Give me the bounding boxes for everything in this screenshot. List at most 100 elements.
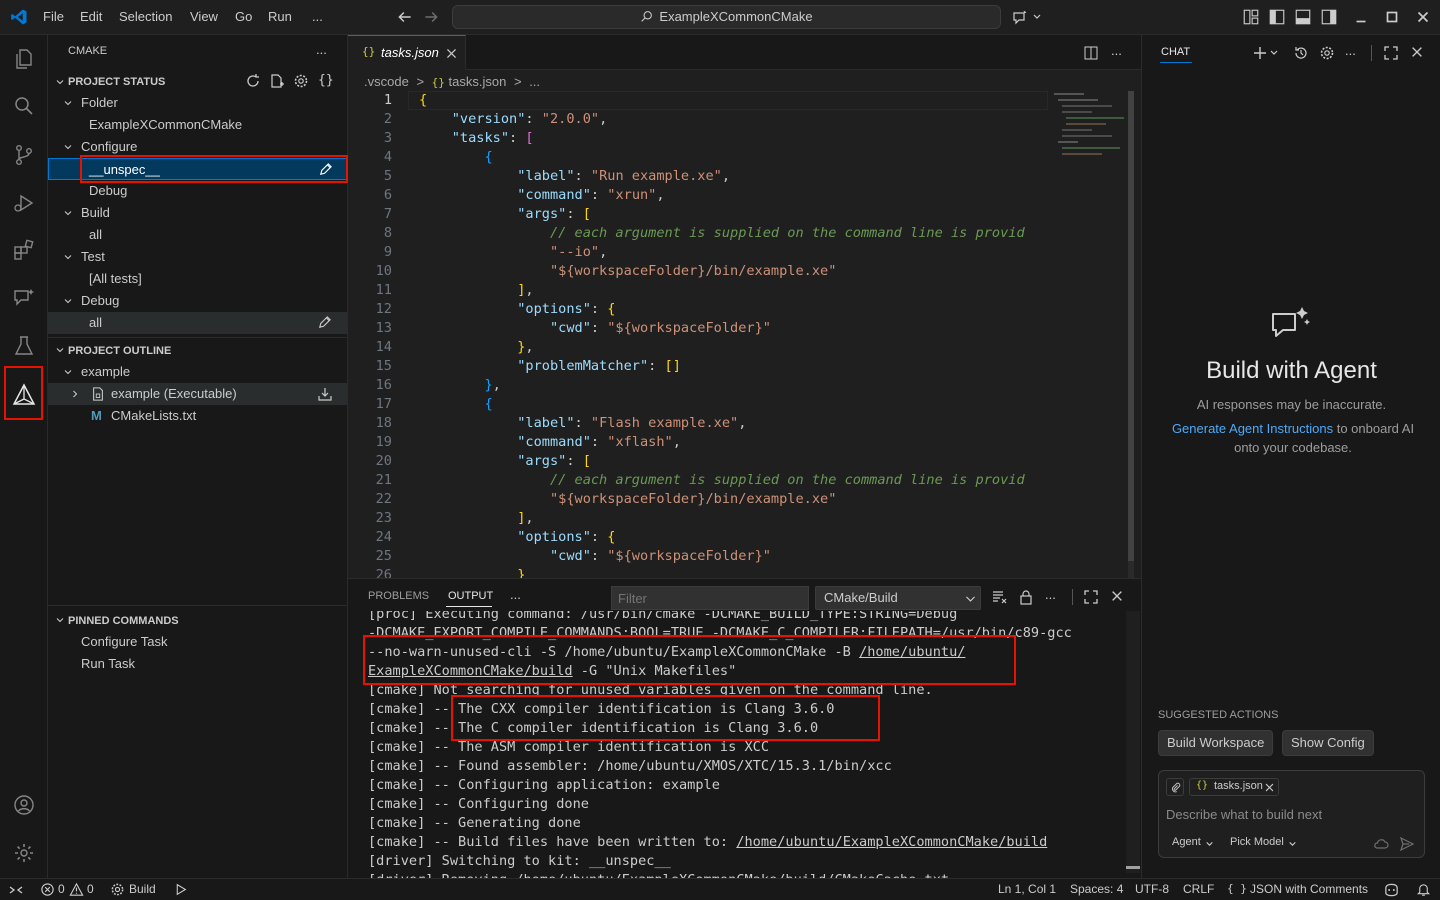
testing-icon[interactable]: [12, 334, 36, 358]
open-json-icon[interactable]: {}: [318, 73, 334, 88]
suggestion-show-config[interactable]: Show Config: [1282, 730, 1374, 756]
chat-input-box[interactable]: {} tasks.json Describe what to build nex…: [1158, 770, 1425, 858]
history-icon[interactable]: [1293, 45, 1309, 61]
close-tab-icon[interactable]: [445, 47, 458, 60]
maximize-icon[interactable]: [1383, 8, 1401, 26]
chat-input-placeholder[interactable]: Describe what to build next: [1166, 807, 1322, 822]
explorer-icon[interactable]: [12, 47, 36, 71]
clear-output-icon[interactable]: [991, 589, 1007, 605]
warning-count[interactable]: 0: [87, 882, 94, 896]
error-icon[interactable]: [40, 882, 55, 897]
settings-gear-icon[interactable]: [293, 73, 309, 89]
copilot-status-icon[interactable]: [1383, 882, 1400, 898]
pencil-edit-icon[interactable]: [318, 162, 333, 177]
tree-configure-preset[interactable]: __unspec__: [48, 158, 347, 180]
maximize-panel-icon[interactable]: [1083, 589, 1099, 605]
manage-gear-icon[interactable]: [12, 841, 36, 865]
output-link[interactable]: ExampleXCommonCMake/build: [368, 663, 573, 679]
tab-output[interactable]: OUTPUT: [448, 590, 493, 602]
send-icon[interactable]: [1399, 836, 1415, 852]
build-target-icon[interactable]: [317, 386, 333, 402]
pinned-configure-task[interactable]: Configure Task: [48, 631, 347, 653]
close-panel-icon[interactable]: [1110, 589, 1124, 603]
tree-test[interactable]: Test: [48, 246, 347, 268]
breadcrumb-vscode[interactable]: .vscode: [364, 74, 409, 89]
tree-configure-type[interactable]: Debug: [48, 180, 347, 202]
chat-view-icon[interactable]: [12, 286, 36, 310]
project-outline-header[interactable]: PROJECT OUTLINE: [48, 340, 348, 362]
tree-folder-value[interactable]: ExampleXCommonCMake: [48, 114, 347, 136]
pencil-edit-icon[interactable]: [317, 315, 332, 330]
delegate-cloud-icon[interactable]: [1373, 836, 1389, 852]
attach-context-button[interactable]: [1166, 778, 1184, 796]
menu-view[interactable]: View: [190, 9, 218, 24]
tree-debug-target[interactable]: all: [48, 312, 347, 334]
remove-attachment-icon[interactable]: [1264, 782, 1275, 793]
model-picker[interactable]: Pick Model: [1230, 836, 1284, 848]
tree-build[interactable]: Build: [48, 202, 347, 224]
output-link[interactable]: /home/ubuntu/: [859, 644, 965, 660]
remote-indicator-icon[interactable]: [8, 882, 24, 898]
cursor-position[interactable]: Ln 1, Col 1: [998, 882, 1056, 896]
tree-project[interactable]: example: [48, 361, 347, 383]
edit-cache-icon[interactable]: [269, 73, 285, 89]
file-encoding[interactable]: UTF-8: [1135, 882, 1169, 896]
new-chat-icon[interactable]: [1253, 45, 1279, 61]
tree-cmakelists[interactable]: M CMakeLists.txt: [48, 405, 347, 427]
tab-problems[interactable]: PROBLEMS: [368, 590, 429, 602]
panel-more-tabs[interactable]: ...: [510, 587, 521, 602]
output-channel-select[interactable]: CMake/Build: [815, 586, 981, 610]
pinned-run-task[interactable]: Run Task: [48, 653, 347, 675]
sidebar-more-button[interactable]: ...: [316, 42, 327, 57]
minimap[interactable]: [1048, 91, 1128, 161]
build-status-button[interactable]: Build: [129, 882, 156, 896]
close-chat-icon[interactable]: [1410, 45, 1424, 59]
menu-go[interactable]: Go: [235, 9, 252, 24]
tree-folder[interactable]: Folder: [48, 92, 347, 114]
search-view-icon[interactable]: [12, 94, 36, 118]
cmake-icon[interactable]: [12, 383, 36, 407]
notifications-bell-icon[interactable]: [1416, 882, 1431, 897]
menu-run[interactable]: Run: [268, 9, 292, 24]
end-of-line[interactable]: CRLF: [1183, 882, 1214, 896]
pinned-commands-header[interactable]: PINNED COMMANDS: [48, 610, 348, 632]
suggestion-build-workspace[interactable]: Build Workspace: [1158, 730, 1274, 756]
output-filter-input[interactable]: [611, 586, 809, 610]
attached-file-chip[interactable]: {} tasks.json: [1189, 778, 1279, 796]
tree-test-value[interactable]: [All tests]: [48, 268, 347, 290]
account-icon[interactable]: [12, 793, 36, 817]
toggle-panel-icon[interactable]: [1294, 8, 1312, 26]
chat-more-button[interactable]: ...: [1345, 43, 1356, 58]
indentation[interactable]: Spaces: 4: [1070, 882, 1123, 896]
chat-settings-gear-icon[interactable]: [1319, 45, 1335, 61]
forward-arrow-icon[interactable]: [422, 8, 440, 26]
menu-more[interactable]: ...: [312, 9, 323, 24]
extensions-icon[interactable]: [12, 238, 36, 262]
refresh-icon[interactable]: [245, 73, 261, 89]
language-mode[interactable]: JSON with Comments: [1250, 882, 1368, 896]
error-count[interactable]: 0: [58, 882, 65, 896]
source-control-icon[interactable]: [12, 143, 36, 167]
vscode-logo-icon[interactable]: [10, 8, 28, 26]
menu-edit[interactable]: Edit: [80, 9, 102, 24]
editor-scrollbar[interactable]: [1128, 91, 1134, 578]
tree-configure[interactable]: Configure: [48, 136, 347, 158]
close-window-icon[interactable]: [1414, 8, 1432, 26]
warning-icon[interactable]: [69, 882, 84, 897]
output-link[interactable]: /home/ubuntu/ExampleXCommonCMake/build: [736, 834, 1047, 850]
run-debug-icon[interactable]: [12, 191, 36, 215]
lock-scroll-icon[interactable]: [1018, 589, 1034, 605]
tab-tasks-json[interactable]: {} tasks.json: [348, 35, 466, 70]
back-arrow-icon[interactable]: [396, 8, 414, 26]
minimize-icon[interactable]: [1352, 8, 1370, 26]
code-editor[interactable]: 1{ 2 "version": "2.0.0", 3 "tasks": [ 4 …: [348, 91, 1048, 578]
mode-picker[interactable]: Agent: [1172, 836, 1201, 848]
toggle-secondary-sidebar-icon[interactable]: [1320, 8, 1338, 26]
breadcrumb-tasks-json[interactable]: tasks.json: [449, 74, 507, 89]
toggle-primary-sidebar-icon[interactable]: [1268, 8, 1286, 26]
tree-target[interactable]: example (Executable): [48, 383, 347, 405]
copilot-menu-icon[interactable]: [1012, 8, 1042, 26]
panel-more-button[interactable]: ...: [1045, 587, 1056, 602]
menu-file[interactable]: File: [43, 9, 64, 24]
split-editor-icon[interactable]: [1083, 45, 1099, 61]
